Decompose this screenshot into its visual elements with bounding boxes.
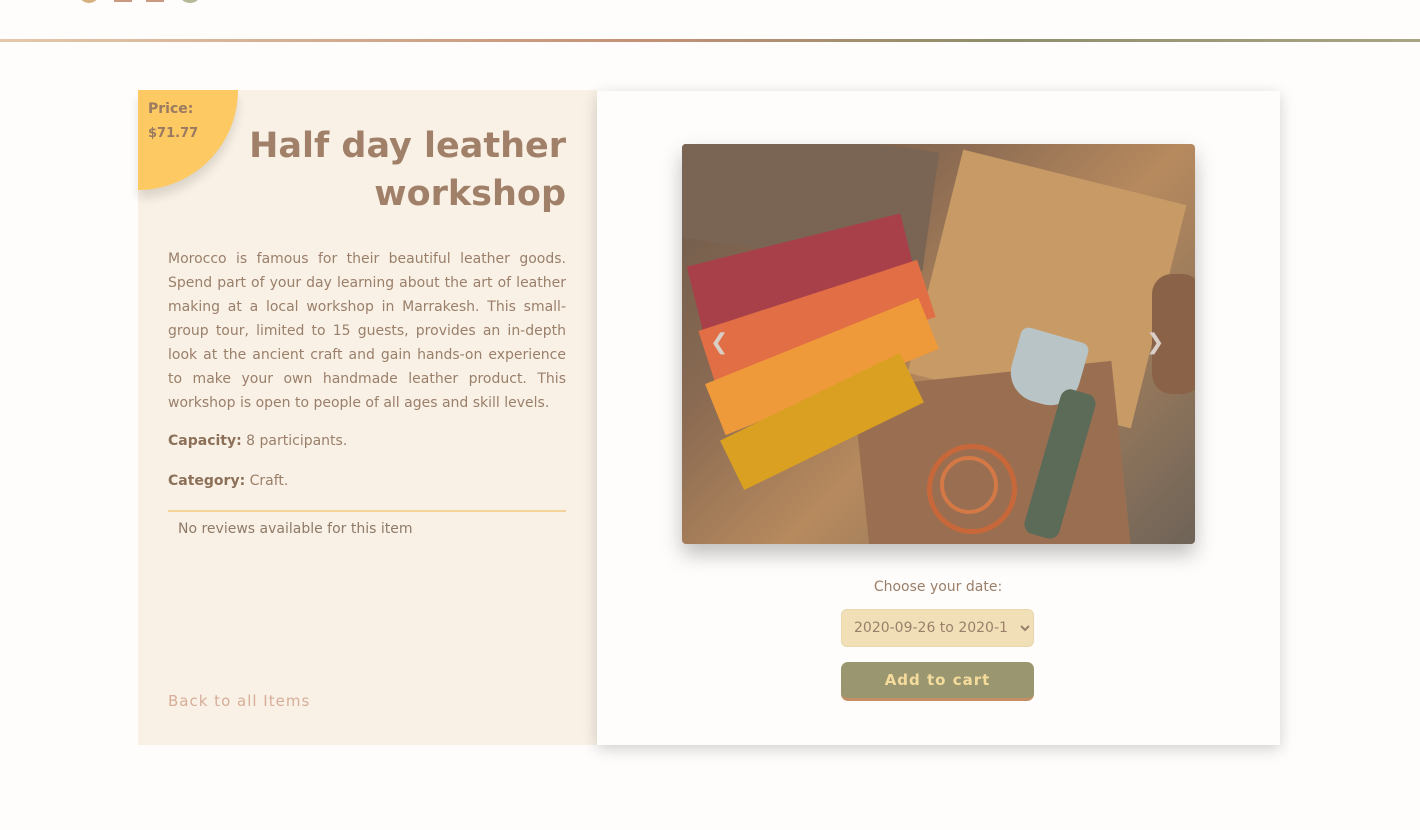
site-logo[interactable] bbox=[78, 0, 202, 3]
reviews-text: No reviews available for this item bbox=[178, 521, 413, 537]
choose-date-label: Choose your date: bbox=[873, 579, 1003, 595]
chevron-left-icon[interactable]: ❮ bbox=[710, 330, 728, 355]
top-navbar bbox=[0, 0, 1420, 40]
capacity-label: Capacity: bbox=[168, 433, 242, 449]
capacity-line: Capacity: 8 participants. bbox=[168, 433, 347, 449]
logo-letter-shape bbox=[114, 0, 132, 2]
price-label: Price: bbox=[148, 101, 194, 117]
product-description: Morocco is famous for their beautiful le… bbox=[168, 251, 566, 411]
leather-cord bbox=[940, 456, 998, 514]
add-to-cart-button[interactable]: Add to cart bbox=[841, 662, 1034, 701]
capacity-value: 8 participants. bbox=[246, 433, 348, 449]
logo-letter-shape bbox=[146, 0, 164, 2]
date-select[interactable]: 2020-09-26 to 2020-1 bbox=[841, 609, 1034, 647]
header-divider bbox=[0, 39, 1420, 42]
category-line: Category: Craft. bbox=[168, 473, 288, 489]
reviews-divider bbox=[168, 510, 566, 512]
category-value: Craft. bbox=[249, 473, 289, 489]
price-value: $71.77 bbox=[148, 126, 199, 141]
product-image-carousel[interactable] bbox=[682, 144, 1195, 544]
back-to-items-link[interactable]: Back to all Items bbox=[168, 692, 310, 710]
logo-letter-shape bbox=[78, 0, 100, 3]
chevron-right-icon[interactable]: ❯ bbox=[1146, 330, 1164, 355]
category-label: Category: bbox=[168, 473, 246, 489]
logo-letter-shape bbox=[178, 0, 202, 3]
product-title: Half day leather workshop bbox=[249, 126, 566, 214]
